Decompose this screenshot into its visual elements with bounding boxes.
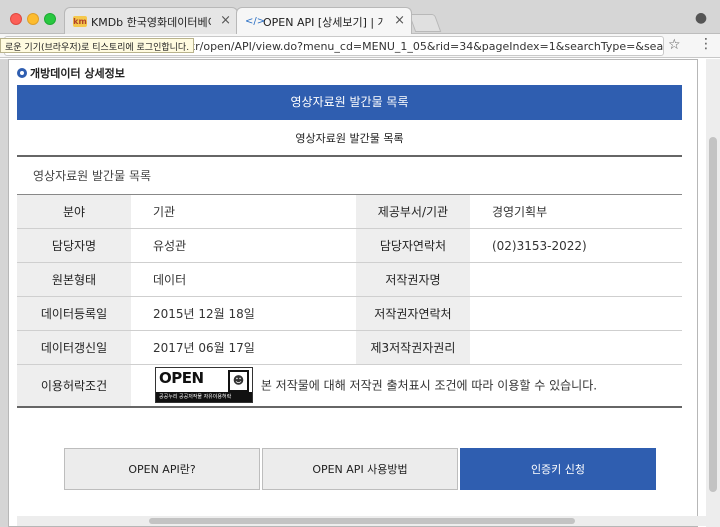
openapi-howto-button[interactable]: OPEN API 사용방법 xyxy=(262,448,458,490)
tab-title: KMDb 한국영화데이터베이스 xyxy=(91,16,211,29)
section-title: 영상자료원 발간물 목록 xyxy=(33,169,152,183)
info-table: 분야 기관 제공부서/기관 경영기획부 담당자명 유성관 담당자연락처 (02)… xyxy=(17,194,682,408)
table-row: 분야 기관 제공부서/기관 경영기획부 xyxy=(17,194,682,229)
field-value xyxy=(469,296,682,331)
field-label: 제3저작권자권리 xyxy=(355,330,470,365)
field-label: 담당자연락처 xyxy=(355,228,470,263)
new-tab-button[interactable] xyxy=(408,14,442,32)
page-subtitle: 영상자료원 발간물 목록 xyxy=(17,120,682,157)
bookmark-star-icon[interactable]: ☆ xyxy=(668,37,681,53)
minimize-window-button[interactable] xyxy=(27,13,39,25)
field-value: 경영기획부 xyxy=(469,194,682,229)
tab-strip: km KMDb 한국영화데이터베이스 × </> OPEN API [상세보기]… xyxy=(0,0,720,34)
login-tooltip: 로운 기기(브라우저)로 티스토리에 로그인합니다. xyxy=(0,38,195,53)
field-label: 제공부서/기관 xyxy=(355,194,470,229)
tab-kmdb[interactable]: km KMDb 한국영화데이터베이스 × xyxy=(64,7,238,34)
license-text: 본 저작물에 대해 저작권 출처표시 조건에 따라 이용할 수 있습니다. xyxy=(260,378,598,393)
tab-openapi[interactable]: </> OPEN API [상세보기] | 개방데이터 × xyxy=(236,7,412,34)
page-title: 영상자료원 발간물 목록 xyxy=(17,85,682,120)
open-license-badge: OPEN ☻ 공공누리 공공저작물 자유이용허락 xyxy=(155,367,253,404)
tab-title: OPEN API [상세보기] | 개방데이터 xyxy=(263,16,383,29)
field-label: 이용허락조건 xyxy=(17,364,131,408)
kmdb-favicon-icon: km xyxy=(73,16,87,27)
table-row: 이용허락조건 OPEN ☻ 공공누리 공공저작물 자유이용허락 본 저작물에 대… xyxy=(17,364,682,408)
badge-strip-text: 공공누리 공공저작물 자유이용허락 xyxy=(156,392,252,403)
field-value: 기관 xyxy=(131,194,356,229)
close-window-button[interactable] xyxy=(10,13,22,25)
browser-window: km KMDb 한국영화데이터베이스 × </> OPEN API [상세보기]… xyxy=(0,0,720,527)
field-label: 분야 xyxy=(17,194,131,229)
table-row: 원본형태 데이터 저작권자명 xyxy=(17,262,682,297)
field-value: 유성관 xyxy=(131,228,356,263)
field-value xyxy=(469,262,682,297)
field-value xyxy=(469,330,682,365)
background-page xyxy=(0,59,8,527)
table-row: 데이터갱신일 2017년 06월 17일 제3저작권자권리 xyxy=(17,330,682,365)
code-favicon-icon: </> xyxy=(245,16,266,27)
vertical-scrollbar[interactable] xyxy=(706,59,720,527)
scrollbar-thumb[interactable] xyxy=(149,518,575,524)
about-openapi-button[interactable]: OPEN API란? xyxy=(64,448,260,490)
page-content: 개방데이터 상세정보 영상자료원 발간물 목록 영상자료원 발간물 목록 영상자… xyxy=(0,59,720,527)
field-value: 2015년 12월 18일 xyxy=(131,296,356,331)
field-label: 저작권자연락처 xyxy=(355,296,470,331)
zoom-window-button[interactable] xyxy=(44,13,56,25)
circle-bullet-icon xyxy=(17,68,27,78)
badge-open-text: OPEN xyxy=(159,369,204,388)
detail-modal: 개방데이터 상세정보 영상자료원 발간물 목록 영상자료원 발간물 목록 영상자… xyxy=(8,59,707,527)
menu-dots-icon[interactable]: ⋮ xyxy=(699,36,713,52)
close-icon[interactable]: × xyxy=(220,13,231,28)
table-row: 데이터등록일 2015년 12월 18일 저작권자연락처 xyxy=(17,296,682,331)
field-label: 저작권자명 xyxy=(355,262,470,297)
apply-key-button[interactable]: 인증키 신청 xyxy=(460,448,656,490)
profile-icon[interactable]: ● xyxy=(693,10,709,26)
field-label: 데이터등록일 xyxy=(17,296,131,331)
attribution-person-icon: ☻ xyxy=(228,370,249,393)
close-icon[interactable]: × xyxy=(394,13,405,28)
scrollbar-thumb[interactable] xyxy=(709,137,717,492)
field-label: 담당자명 xyxy=(17,228,131,263)
field-value: 2017년 06월 17일 xyxy=(131,330,356,365)
field-label: 원본형태 xyxy=(17,262,131,297)
field-value: 데이터 xyxy=(131,262,356,297)
horizontal-scrollbar[interactable] xyxy=(17,516,707,526)
license-cell: OPEN ☻ 공공누리 공공저작물 자유이용허락 본 저작물에 대해 저작권 출… xyxy=(131,364,682,408)
modal-header-label: 개방데이터 상세정보 xyxy=(30,67,125,80)
table-row: 담당자명 유성관 담당자연락처 (02)3153-2022) xyxy=(17,228,682,263)
field-value: (02)3153-2022) xyxy=(469,228,682,263)
modal-header: 개방데이터 상세정보 xyxy=(17,65,125,81)
field-label: 데이터갱신일 xyxy=(17,330,131,365)
